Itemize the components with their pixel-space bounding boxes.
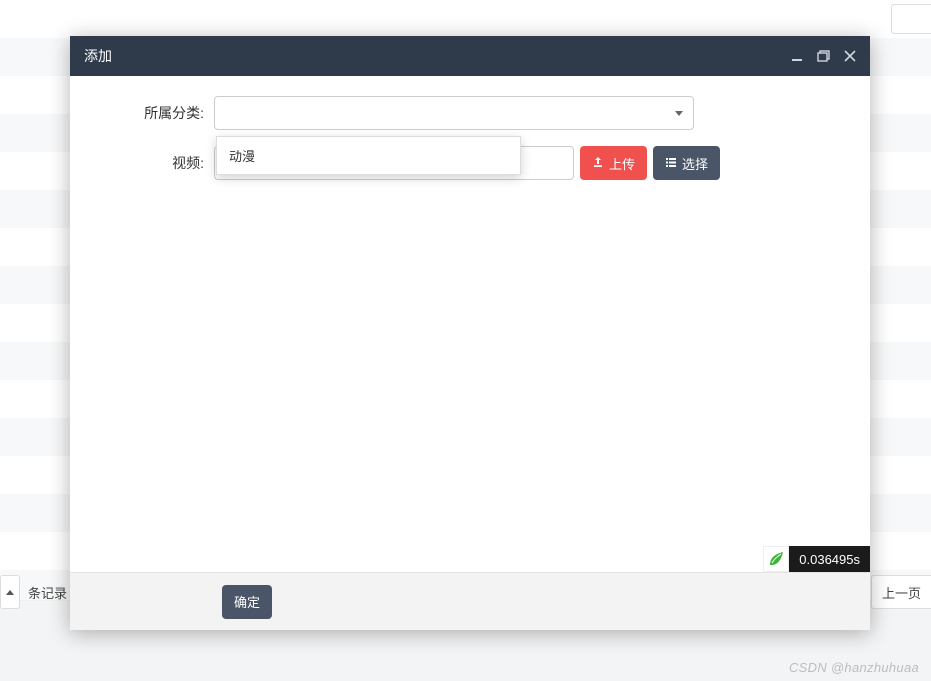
thinkphp-leaf-icon (763, 546, 789, 572)
choose-button[interactable]: 选择 (653, 146, 720, 180)
list-icon (665, 156, 677, 171)
add-dialog: 添加 所属分类: 视频: (70, 36, 870, 630)
dialog-titlebar: 添加 (70, 36, 870, 76)
profiler-badge[interactable]: 0.036495s (763, 546, 870, 572)
profiler-time-text: 0.036495s (789, 546, 870, 572)
category-row: 所属分类: (94, 96, 846, 130)
category-dropdown-panel: 动漫 (216, 136, 521, 175)
close-icon[interactable] (844, 50, 856, 62)
upload-button-label: 上传 (609, 154, 635, 173)
maximize-icon[interactable] (817, 50, 830, 63)
dialog-footer: 确定 (70, 572, 870, 630)
upload-icon (592, 156, 604, 171)
category-option[interactable]: 动漫 (217, 137, 520, 174)
watermark-text: CSDN @hanzhuhuaa (789, 660, 919, 675)
category-select[interactable] (214, 96, 694, 130)
category-label: 所属分类: (94, 103, 214, 123)
dialog-body: 所属分类: 视频: 上传 选择 动漫 (70, 76, 870, 572)
minimize-icon[interactable] (791, 50, 803, 62)
background-footer-left: 条记录 (0, 575, 67, 609)
page-size-select-caret[interactable] (0, 575, 20, 609)
confirm-button[interactable]: 确定 (222, 585, 272, 619)
upload-button[interactable]: 上传 (580, 146, 647, 180)
video-label: 视频: (94, 153, 214, 173)
window-controls (791, 50, 856, 63)
records-label: 条记录 (28, 583, 67, 602)
prev-page-button[interactable]: 上一页 (871, 575, 931, 609)
background-top-right-button[interactable] (891, 4, 931, 34)
choose-button-label: 选择 (682, 154, 708, 173)
chevron-down-icon (675, 111, 683, 116)
dialog-title: 添加 (84, 46, 791, 66)
